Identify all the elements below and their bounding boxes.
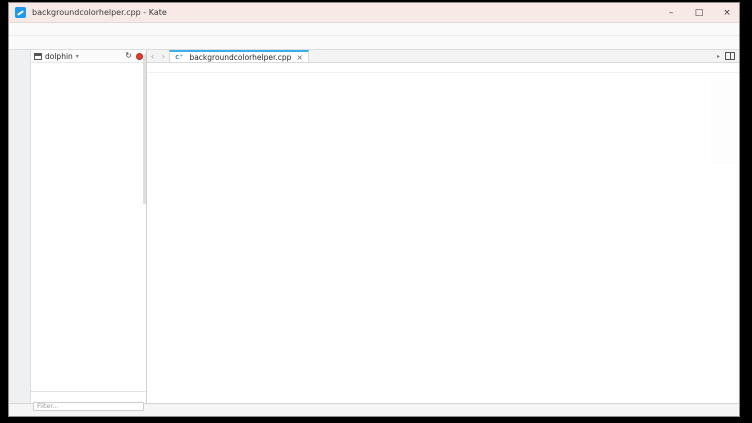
editor-column: ‹ › c⁺ backgroundcolorhelper.cpp × ▸ — [147, 50, 739, 403]
tree-scrollbar[interactable] — [143, 54, 146, 204]
tab-close-icon[interactable]: × — [296, 53, 303, 62]
split-view-icon[interactable] — [725, 52, 735, 60]
project-selector[interactable]: dolphin — [45, 52, 73, 61]
main-area: dolphin ▾ ↻ ‹ › c⁺ — [9, 50, 739, 403]
minimap-scrollbar[interactable] — [711, 79, 737, 165]
kate-app-icon — [15, 7, 26, 18]
window-title: backgroundcolorhelper.cpp - Kate — [32, 8, 167, 17]
nav-forward-icon[interactable]: › — [158, 50, 169, 62]
toolbar — [9, 36, 739, 50]
left-toolview-strip — [9, 50, 31, 403]
screen: backgroundcolorhelper.cpp - Kate – □ × d… — [0, 0, 752, 423]
close-button[interactable]: × — [721, 8, 733, 18]
menubar — [9, 23, 739, 36]
maximize-button[interactable]: □ — [693, 8, 705, 18]
tabbar: ‹ › c⁺ backgroundcolorhelper.cpp × ▸ — [147, 50, 739, 63]
kate-window: backgroundcolorhelper.cpp - Kate – □ × d… — [8, 2, 740, 417]
project-header: dolphin ▾ ↻ — [31, 50, 146, 63]
red-badge-icon[interactable] — [136, 53, 143, 60]
window-controls: – □ × — [665, 8, 733, 18]
code-editor[interactable] — [147, 73, 739, 403]
filter-input[interactable] — [33, 402, 144, 411]
refresh-project-icon[interactable]: ↻ — [125, 52, 132, 60]
project-sidebar: dolphin ▾ ↻ — [31, 50, 147, 403]
more-tabs-icon[interactable]: ▸ — [717, 53, 720, 60]
cpp-file-icon: c⁺ — [175, 53, 183, 61]
minimize-button[interactable]: – — [665, 8, 677, 18]
tab-label: backgroundcolorhelper.cpp — [189, 53, 291, 62]
breadcrumb — [147, 63, 739, 73]
project-icon — [34, 53, 42, 60]
file-tree — [31, 63, 146, 391]
chevron-down-icon[interactable]: ▾ — [76, 53, 79, 60]
nav-back-icon[interactable]: ‹ — [147, 50, 158, 62]
filter-box — [31, 391, 146, 403]
tab-backgroundcolorhelper[interactable]: c⁺ backgroundcolorhelper.cpp × — [169, 50, 309, 62]
titlebar[interactable]: backgroundcolorhelper.cpp - Kate – □ × — [9, 3, 739, 23]
code-area — [147, 73, 739, 403]
